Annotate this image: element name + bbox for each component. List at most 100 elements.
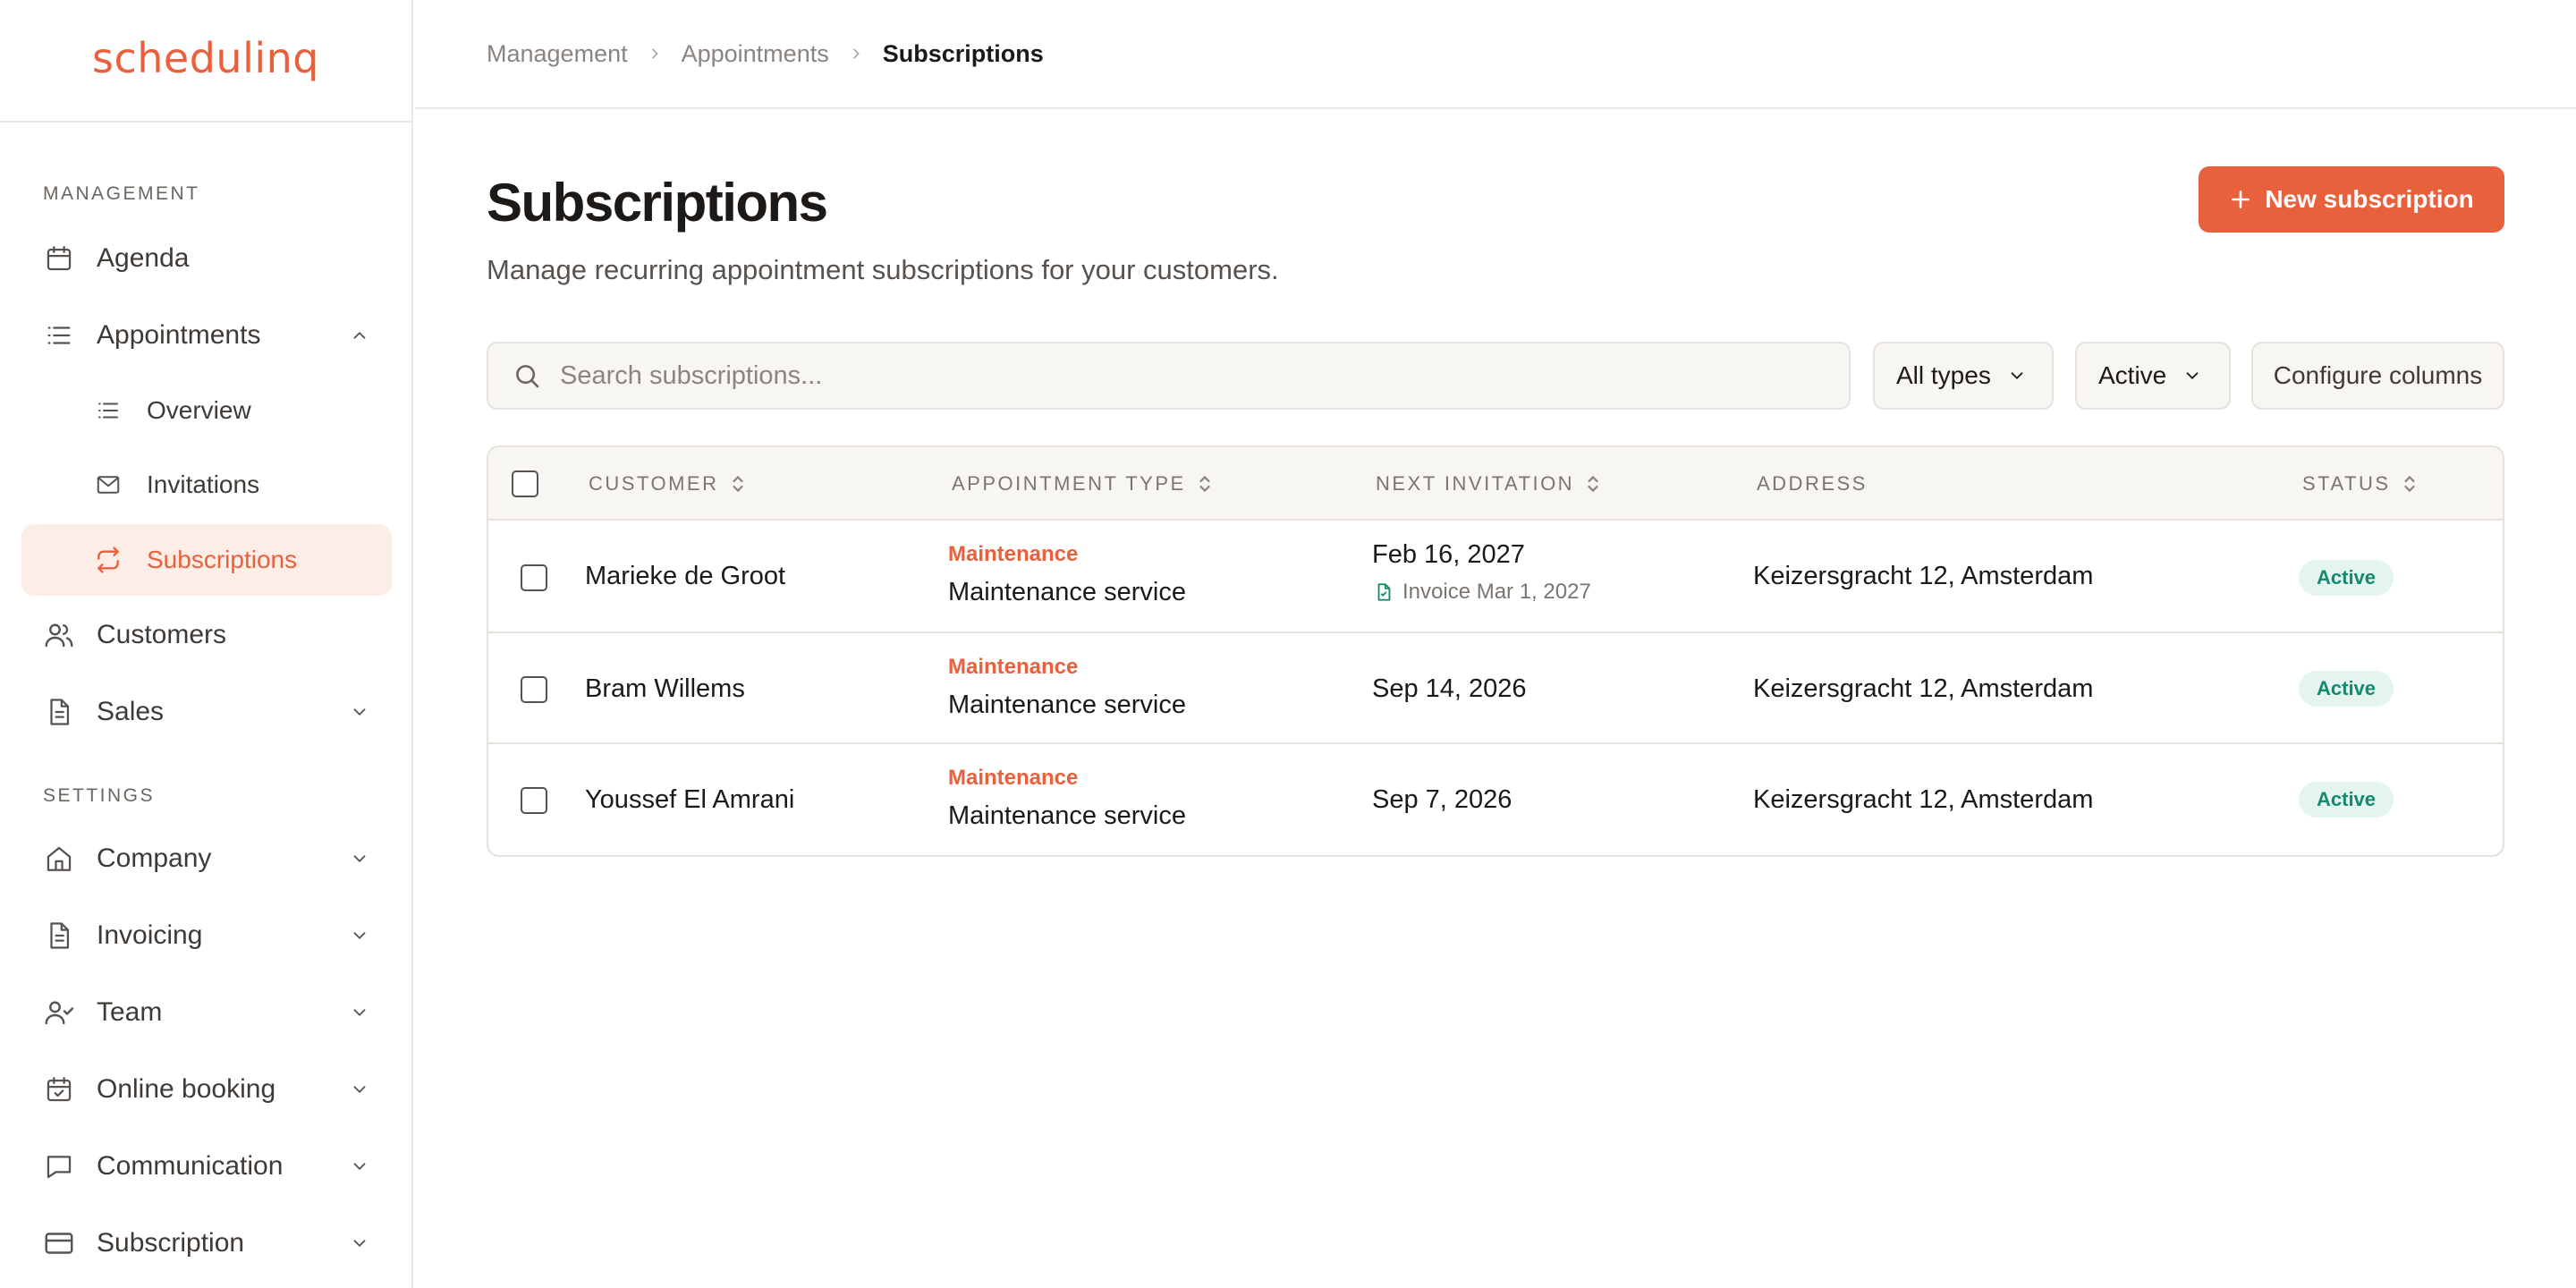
mail-icon <box>93 470 123 500</box>
sidebar-item-appointments[interactable]: Appointments <box>21 300 392 371</box>
column-header-status[interactable]: STATUS <box>2302 447 2418 521</box>
chevron-down-icon <box>349 925 370 946</box>
sort-icon <box>1585 473 1601 495</box>
appointment-type-category: Maintenance <box>948 766 1079 790</box>
status-badge: Active <box>2299 782 2394 818</box>
customer-name[interactable]: Bram Willems <box>585 674 745 704</box>
sidebar: schedulinq MANAGEMENT Agenda Appointment… <box>0 0 413 1288</box>
repeat-icon <box>93 545 123 575</box>
document-icon <box>43 919 75 952</box>
subscriptions-table: CUSTOMER APPOINTMENT TYPE NEXT INVITATIO… <box>487 445 2504 857</box>
users-icon <box>43 619 75 651</box>
search-icon <box>512 360 542 391</box>
section-label-settings: SETTINGS <box>43 785 156 806</box>
table-header: CUSTOMER APPOINTMENT TYPE NEXT INVITATIO… <box>488 447 2503 521</box>
select-all-checkbox[interactable] <box>512 470 538 497</box>
sidebar-item-label: Subscription <box>97 1228 245 1258</box>
appointment-type-name: Maintenance service <box>948 801 1186 830</box>
search-box <box>487 342 1851 410</box>
section-label-management: MANAGEMENT <box>43 183 200 204</box>
user-check-icon <box>43 996 75 1029</box>
column-header-address: ADDRESS <box>1757 447 1868 521</box>
sidebar-item-communication[interactable]: Communication <box>21 1131 392 1202</box>
sidebar-item-label: Team <box>97 997 163 1027</box>
configure-columns-button[interactable]: Configure columns <box>2251 342 2504 410</box>
address: Keizersgracht 12, Amsterdam <box>1753 785 2094 814</box>
address: Keizersgracht 12, Amsterdam <box>1753 674 2094 703</box>
sidebar-item-company[interactable]: Company <box>21 823 392 894</box>
sort-icon <box>730 473 746 495</box>
chevron-down-icon <box>349 848 370 869</box>
status-badge: Active <box>2299 671 2394 707</box>
list-icon <box>43 319 75 352</box>
appointment-type-category: Maintenance <box>948 542 1079 566</box>
column-header-customer[interactable]: CUSTOMER <box>589 447 746 521</box>
sidebar-item-label: Overview <box>147 396 251 424</box>
sidebar-item-online-booking[interactable]: Online booking <box>21 1054 392 1125</box>
chevron-up-icon <box>349 325 370 346</box>
type-filter-dropdown[interactable]: All types <box>1873 342 2054 410</box>
row-checkbox[interactable] <box>521 787 547 814</box>
next-invitation-date: Feb 16, 2027 <box>1372 540 1525 569</box>
page-title: Subscriptions <box>487 173 828 233</box>
chevron-down-icon <box>349 1079 370 1100</box>
status-badge: Active <box>2299 560 2394 596</box>
credit-card-icon <box>43 1227 75 1259</box>
chevron-down-icon <box>349 1156 370 1177</box>
sidebar-item-label: Subscriptions <box>147 546 298 573</box>
chevron-right-icon <box>849 47 863 61</box>
sidebar-item-subscription[interactable]: Subscription <box>21 1208 392 1279</box>
appointment-type-name: Maintenance service <box>948 578 1186 606</box>
sidebar-item-label: Company <box>97 843 212 873</box>
chevron-down-icon <box>2182 366 2202 386</box>
row-checkbox[interactable] <box>521 564 547 591</box>
sidebar-item-label: Customers <box>97 620 227 649</box>
column-header-next-invitation[interactable]: NEXT INVITATION <box>1376 447 1601 521</box>
calendar-icon <box>43 242 75 275</box>
sidebar-item-label: Invoicing <box>97 920 203 950</box>
app-logo[interactable]: schedulinq <box>92 34 319 88</box>
appointment-type-category: Maintenance <box>948 655 1079 679</box>
column-header-label: STATUS <box>2302 472 2391 495</box>
customer-name[interactable]: Youssef El Amrani <box>585 785 794 815</box>
sidebar-item-subscriptions[interactable]: Subscriptions <box>21 524 392 596</box>
invoice-document-icon <box>1374 582 1394 602</box>
column-header-label: NEXT INVITATION <box>1376 472 1575 495</box>
status-filter-dropdown[interactable]: Active <box>2075 342 2231 410</box>
next-invitation-date: Sep 7, 2026 <box>1372 785 1513 814</box>
list-icon <box>93 395 123 426</box>
sidebar-item-sales[interactable]: Sales <box>21 676 392 748</box>
column-header-appointment-type[interactable]: APPOINTMENT TYPE <box>952 447 1213 521</box>
invoice-info: Invoice Mar 1, 2027 <box>1374 580 1591 605</box>
sidebar-item-team[interactable]: Team <box>21 977 392 1048</box>
calendar-check-icon <box>43 1073 75 1106</box>
chevron-down-icon <box>2007 366 2027 386</box>
chevron-right-icon <box>648 47 662 61</box>
sidebar-item-invoicing[interactable]: Invoicing <box>21 900 392 971</box>
table-row[interactable]: Bram Willems Maintenance Maintenance ser… <box>488 633 2503 744</box>
row-checkbox[interactable] <box>521 676 547 703</box>
invoice-date: Invoice Mar 1, 2027 <box>1402 580 1591 604</box>
page-subtitle: Manage recurring appointment subscriptio… <box>487 254 1279 285</box>
search-input[interactable] <box>560 343 1812 408</box>
table-row[interactable]: Marieke de Groot Maintenance Maintenance… <box>488 521 2503 633</box>
address: Keizersgracht 12, Amsterdam <box>1753 562 2094 590</box>
new-subscription-button[interactable]: New subscription <box>2199 166 2504 233</box>
column-header-label: APPOINTMENT TYPE <box>952 472 1186 495</box>
sidebar-item-overview[interactable]: Overview <box>21 375 392 446</box>
sidebar-item-label: Communication <box>97 1151 284 1181</box>
sidebar-item-agenda[interactable]: Agenda <box>21 223 392 294</box>
status-filter-value: Active <box>2098 361 2167 389</box>
customer-name[interactable]: Marieke de Groot <box>585 562 785 591</box>
sidebar-item-customers[interactable]: Customers <box>21 599 392 671</box>
sidebar-item-label: Agenda <box>97 243 190 273</box>
column-header-label: ADDRESS <box>1757 472 1868 495</box>
table-row[interactable]: Youssef El Amrani Maintenance Maintenanc… <box>488 744 2503 855</box>
sidebar-item-label: Invitations <box>147 470 260 498</box>
home-icon <box>43 843 75 875</box>
sort-icon <box>2402 473 2418 495</box>
breadcrumb-item-management[interactable]: Management <box>487 40 628 68</box>
breadcrumb-item-appointments[interactable]: Appointments <box>682 40 829 68</box>
sidebar-item-invitations[interactable]: Invitations <box>21 449 392 521</box>
column-header-label: CUSTOMER <box>589 472 719 495</box>
